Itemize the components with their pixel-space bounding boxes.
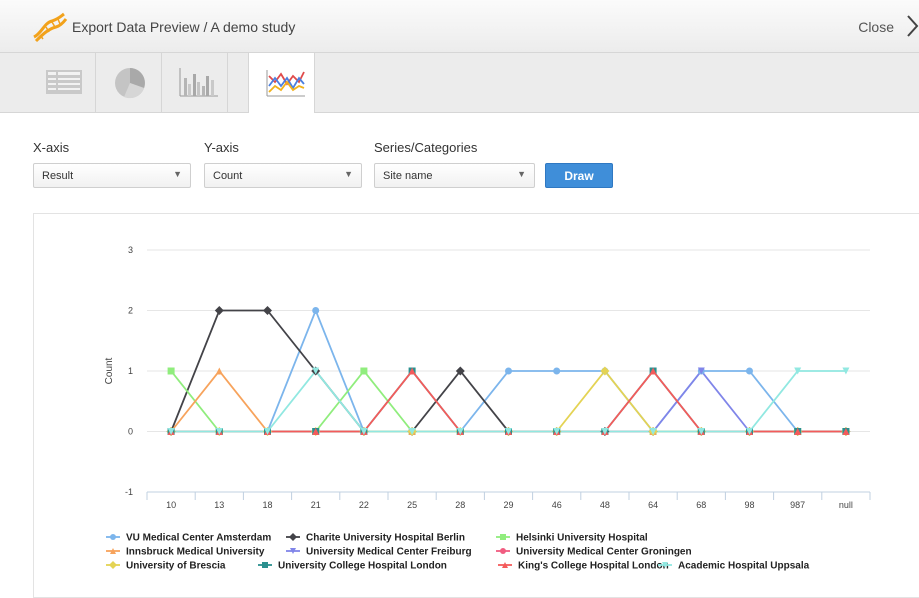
- x-tick-label: 10: [166, 500, 176, 510]
- dna-logo-icon: [33, 12, 68, 43]
- legend-item: University College Hospital London: [278, 561, 447, 572]
- data-point: [312, 307, 320, 314]
- legend-item: Helsinki University Hospital: [516, 533, 648, 544]
- tab-pie-chart-view[interactable]: [96, 53, 162, 112]
- window-title: Export Data Preview / A demo study: [72, 19, 296, 35]
- chevron-down-icon: ▼: [344, 169, 353, 179]
- x-tick-label: 64: [648, 500, 658, 510]
- x-tick-label: 28: [455, 500, 465, 510]
- legend-item: VU Medical Center Amsterdam: [126, 533, 271, 544]
- y-axis-title: Count: [104, 357, 115, 384]
- series-line: [171, 369, 846, 433]
- data-point: [553, 367, 561, 375]
- series-label: Series/Categories: [374, 140, 478, 155]
- chevron-right-icon[interactable]: [905, 14, 919, 38]
- x-tick-label: 987: [790, 500, 805, 510]
- x-axis-selected-value: Result: [42, 170, 74, 182]
- chevron-down-icon: ▼: [173, 169, 182, 179]
- tab-bar-chart-view[interactable]: [162, 53, 228, 112]
- tab-line-chart-view[interactable]: [248, 53, 315, 113]
- legend-marker: [500, 534, 506, 540]
- series-selected-value: Site name: [383, 170, 433, 182]
- legend-marker: [289, 533, 297, 541]
- series-line: [171, 369, 846, 433]
- x-axis-label: X-axis: [33, 140, 70, 155]
- x-tick-label: 13: [214, 500, 224, 510]
- bar-chart-icon: [179, 68, 218, 97]
- chart-container: -1 0 1 2 3 10 13 18 21 22 25 28 29 46 48 64 68 98 987 null C…: [33, 213, 919, 598]
- legend-item: Academic Hospital Uppsala: [678, 561, 810, 572]
- view-tabs: [0, 53, 919, 113]
- legend-item: Innsbruck Medical University: [126, 547, 265, 558]
- legend-item: University Medical Center Freiburg: [306, 547, 472, 558]
- series-line: [171, 369, 846, 433]
- x-tick-label: 46: [552, 500, 562, 510]
- y-tick-label: -1: [125, 487, 133, 497]
- legend-item: University Medical Center Groningen: [516, 547, 692, 558]
- tab-table-view[interactable]: [30, 53, 96, 112]
- legend-marker: [500, 548, 506, 554]
- data-point: [167, 367, 175, 375]
- x-tick-label: 48: [600, 500, 610, 510]
- x-tick-label: 29: [503, 500, 513, 510]
- y-tick-label: 1: [128, 366, 133, 376]
- series-line: [171, 369, 846, 433]
- legend-item: Charite University Hospital Berlin: [306, 533, 465, 544]
- series-line: [171, 369, 846, 433]
- x-tick-label: 21: [311, 500, 321, 510]
- series-select[interactable]: Site name ▼: [374, 163, 535, 188]
- data-point: [746, 367, 753, 375]
- title-bar: Export Data Preview / A demo study Close: [0, 0, 919, 53]
- series-line: [170, 369, 846, 433]
- data-point: [214, 306, 224, 315]
- y-tick-label: 3: [128, 245, 133, 255]
- x-axis-select[interactable]: Result ▼: [33, 163, 191, 188]
- line-chart: -1 0 1 2 3 10 13 18 21 22 25 28 29 46 48 64 68 98 987 null C…: [104, 245, 871, 572]
- y-tick-label: 2: [128, 306, 133, 316]
- pie-chart-icon: [115, 68, 145, 99]
- chevron-down-icon: ▼: [517, 169, 526, 179]
- data-point: [360, 367, 368, 375]
- data-point: [505, 367, 512, 375]
- y-axis-label: Y-axis: [204, 140, 239, 155]
- close-button[interactable]: Close: [858, 19, 894, 35]
- y-tick-label: 0: [128, 427, 133, 437]
- draw-button[interactable]: Draw: [545, 163, 613, 188]
- legend-item: King's College Hospital London: [518, 561, 669, 572]
- x-tick-label: 22: [359, 500, 369, 510]
- x-tick-label: null: [839, 500, 853, 510]
- x-tick-label: 98: [744, 500, 754, 510]
- x-tick-label: 25: [407, 500, 417, 510]
- legend-marker: [110, 534, 116, 540]
- table-icon: [46, 70, 82, 94]
- y-axis-selected-value: Count: [213, 170, 243, 182]
- y-axis-select[interactable]: Count ▼: [204, 163, 362, 188]
- x-tick-label: 68: [696, 500, 706, 510]
- legend-marker: [109, 561, 117, 569]
- legend-marker: [262, 562, 268, 568]
- line-chart-icon: [266, 70, 305, 97]
- x-tick-label: 18: [262, 500, 272, 510]
- legend-item: University of Brescia: [126, 561, 226, 572]
- series-line: [170, 369, 846, 433]
